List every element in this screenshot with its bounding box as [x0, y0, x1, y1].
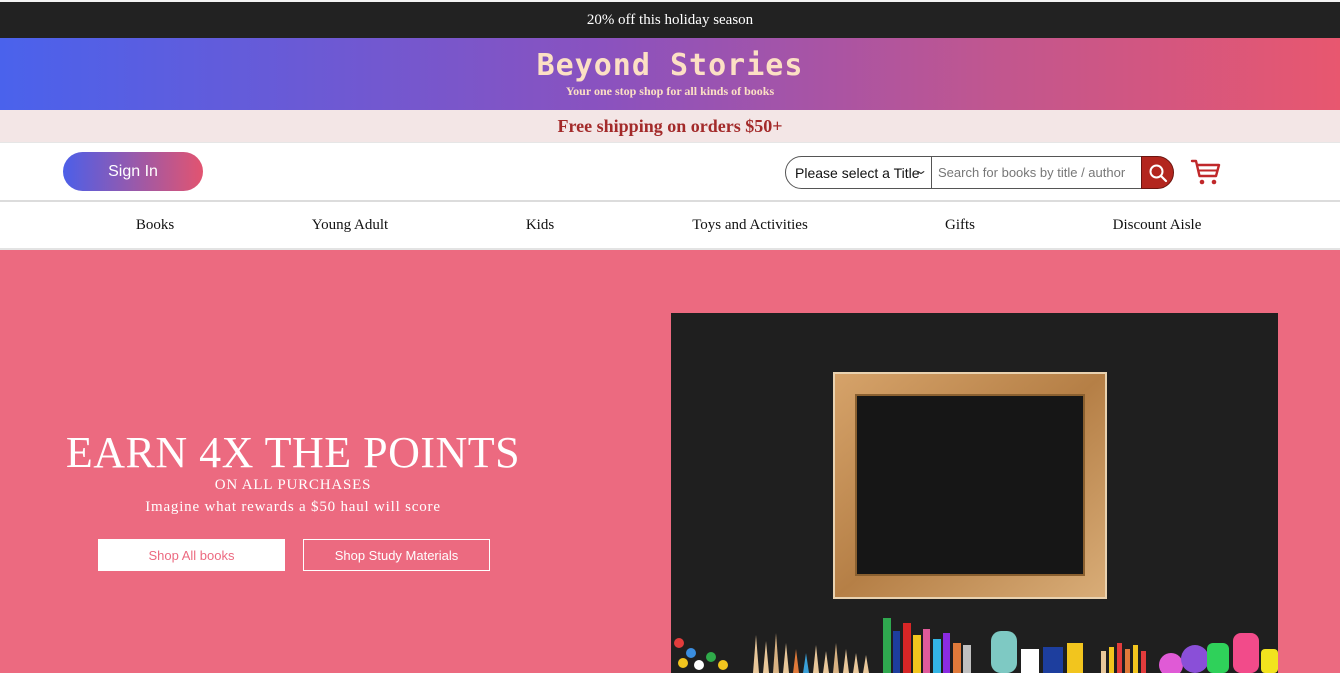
hero-description: Imagine what rewards a $50 haul will sco… [145, 499, 441, 515]
search-button[interactable] [1141, 156, 1174, 189]
sign-in-button[interactable]: Sign In [63, 152, 203, 191]
shipping-text: Free shipping on orders $50+ [557, 115, 783, 136]
brand-header: Beyond Stories Your one stop shop for al… [0, 38, 1340, 110]
nav-item-discount-aisle[interactable]: Discount Aisle [1113, 217, 1202, 234]
nav-item-gifts[interactable]: Gifts [945, 217, 975, 234]
hero-headline: EARN 4X THE POINTS [65, 428, 521, 477]
promo-text: 20% off this holiday season [586, 11, 754, 28]
nav-item-books[interactable]: Books [136, 217, 174, 234]
search-icon [1149, 164, 1167, 182]
chevron-down-icon: ⌄ [913, 163, 929, 177]
cart-button[interactable] [1190, 157, 1222, 187]
cart-icon [1190, 159, 1221, 185]
hero-banner: EARN 4X THE POINTS ON ALL PURCHASES Imag… [0, 250, 1340, 673]
hero-subheading: ON ALL PURCHASES [214, 477, 372, 493]
nav-item-young-adult[interactable]: Young Adult [312, 217, 388, 234]
title-select[interactable]: Please select a Title ⌄ [785, 156, 932, 189]
search-input[interactable] [932, 156, 1142, 189]
title-select-value: Please select a Title [795, 164, 920, 181]
nav-item-toys-and-activities[interactable]: Toys and Activities [692, 217, 808, 234]
shop-study-materials-button[interactable]: Shop Study Materials [303, 539, 490, 571]
brand-tagline: Your one stop shop for all kinds of book… [565, 84, 775, 98]
nav-item-kids[interactable]: Kids [526, 217, 554, 234]
promo-banner: 20% off this holiday season [0, 0, 1340, 38]
chalkboard-art [671, 313, 1278, 673]
shop-all-books-button[interactable]: Shop All books [98, 539, 285, 571]
shipping-banner: Free shipping on orders $50+ [0, 110, 1340, 142]
toolbar: Sign In Please select a Title ⌄ [0, 142, 1340, 200]
brand-name[interactable]: Beyond Stories [0, 38, 1340, 83]
hero-image [671, 313, 1278, 673]
main-nav: Books Young Adult Kids Toys and Activiti… [0, 200, 1340, 250]
